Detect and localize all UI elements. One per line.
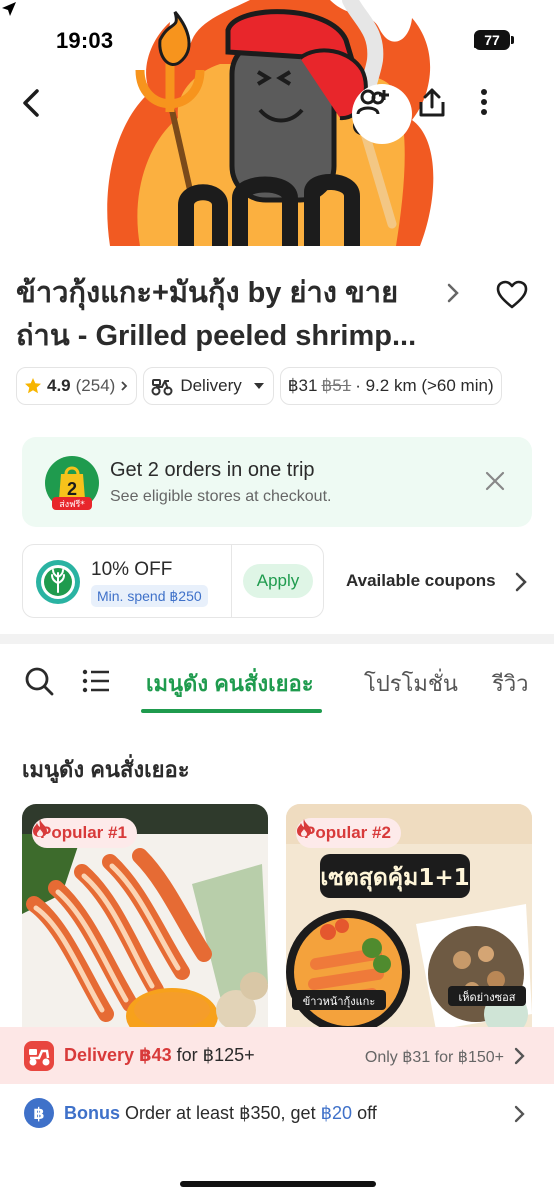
chevron-right-icon bbox=[514, 1105, 525, 1123]
bonus-condition: Order at least ฿350, get bbox=[125, 1103, 316, 1123]
fire-icon bbox=[297, 819, 311, 837]
chevron-right-icon bbox=[514, 1047, 525, 1065]
back-arrow-icon bbox=[23, 89, 39, 117]
coupon-divider bbox=[231, 545, 232, 617]
active-tab-indicator bbox=[141, 709, 322, 713]
scooter-icon bbox=[151, 379, 173, 396]
star-icon bbox=[25, 378, 41, 394]
back-button[interactable] bbox=[20, 88, 72, 140]
coupon-card[interactable]: 10% OFF Min. spend ฿250 Apply bbox=[22, 544, 324, 618]
store-name-line2: ถ่าน - Grilled peeled shrimp... bbox=[16, 320, 417, 352]
bonus-amount: ฿20 bbox=[320, 1103, 353, 1123]
delivery-offer-text: Only ฿31 for ฿150+ bbox=[364, 1049, 504, 1066]
promo-badge-text: ส่งฟรี* bbox=[59, 499, 85, 510]
promo-subtitle: See eligible stores at checkout. bbox=[110, 488, 332, 505]
delivery-fee-chip: ฿31 ฿51 · 9.2 km (>60 min) bbox=[279, 367, 502, 405]
combo-item1-text: ข้าวหน้ากุ้งแกะ bbox=[303, 995, 376, 1008]
chevron-right-icon bbox=[121, 381, 128, 391]
popular-badge: Popular #2 bbox=[296, 818, 401, 848]
two-orders-promo-banner[interactable]: 2 ส่งฟรี* Get 2 orders in one trip See e… bbox=[22, 437, 532, 527]
popular-badge-label: Popular #2 bbox=[304, 823, 391, 842]
svg-text:฿: ฿ bbox=[33, 1104, 44, 1123]
wheat-coupon-icon bbox=[36, 560, 80, 604]
coupon-discount: 10% OFF bbox=[91, 559, 173, 580]
battery-indicator: 77 bbox=[474, 30, 514, 50]
heart-icon[interactable] bbox=[496, 280, 528, 310]
store-info-chevron-icon[interactable] bbox=[446, 282, 460, 304]
delivery-fee-bar[interactable]: Delivery ฿43 for ฿125+ Only ฿31 for ฿150… bbox=[0, 1027, 554, 1084]
status-time: 19:03 bbox=[56, 28, 114, 53]
promo-title: Get 2 orders in one trip bbox=[110, 459, 315, 481]
location-arrow-icon bbox=[2, 2, 16, 16]
tab-promotion[interactable]: โปรโมชั่น bbox=[364, 666, 458, 701]
tab-popular-menu[interactable]: เมนูดัง คนสั่งเยอะ bbox=[146, 666, 314, 701]
bonus-suffix: off bbox=[357, 1103, 377, 1123]
store-name-line1: ข้าวกุ้งแกะ+มันกุ้ง by ย่าง ขาย bbox=[16, 277, 399, 309]
popular-badge-label: Popular #1 bbox=[40, 823, 127, 842]
free-delivery-bag-icon: 2 ส่งฟรี* bbox=[45, 456, 99, 510]
store-hero-image: 19:03 77 bbox=[0, 0, 554, 246]
caret-down-icon bbox=[253, 383, 264, 389]
menu-tab-bar: เมนูดัง คนสั่งเยอะ โปรโมชั่น รีวิว bbox=[0, 644, 554, 714]
bonus-offer-bar[interactable]: ฿ Bonus Order at least ฿350, get ฿20 off bbox=[0, 1084, 554, 1142]
delivery-price: ฿43 bbox=[139, 1045, 172, 1065]
store-info-chips: 4.9 (254) Delivery ฿31 ฿51 · 9.2 km (>60… bbox=[16, 367, 502, 405]
chevron-right-icon[interactable] bbox=[514, 571, 528, 593]
share-button[interactable] bbox=[418, 88, 470, 140]
home-indicator bbox=[180, 1181, 376, 1187]
delivery-label: Delivery bbox=[64, 1045, 135, 1065]
distance-time: · 9.2 km (>60 min) bbox=[355, 376, 494, 395]
tab-review[interactable]: รีวิว bbox=[492, 666, 529, 701]
popular-badge: Popular #1 bbox=[32, 818, 137, 848]
baht-coin-icon: ฿ bbox=[24, 1098, 54, 1128]
rating-chip[interactable]: 4.9 (254) bbox=[16, 367, 138, 405]
status-icons: 77 bbox=[474, 30, 514, 50]
delivery-mode-label: Delivery bbox=[180, 376, 242, 395]
delivery-scooter-icon bbox=[24, 1041, 54, 1071]
bonus-label: Bonus bbox=[64, 1103, 120, 1123]
share-icon bbox=[419, 88, 445, 117]
delivery-threshold: for ฿125+ bbox=[176, 1045, 255, 1065]
store-name[interactable]: ข้าวกุ้งแกะ+มันกุ้ง by ย่าง ขาย ถ่าน - G… bbox=[16, 272, 446, 358]
close-icon[interactable] bbox=[484, 470, 506, 492]
product-card-1[interactable]: Popular #1 bbox=[22, 804, 268, 1044]
apply-coupon-button[interactable]: Apply bbox=[243, 564, 313, 598]
available-coupons-link[interactable]: Available coupons bbox=[346, 571, 496, 591]
delivery-fee-original: ฿51 bbox=[321, 376, 352, 395]
section-separator bbox=[0, 634, 554, 644]
rating-count: (254) bbox=[75, 376, 116, 395]
add-friend-button[interactable] bbox=[356, 88, 408, 140]
add-person-icon bbox=[356, 89, 389, 115]
combo-title-text: เซตสุดคุ้ม1+1 bbox=[320, 865, 469, 892]
fire-icon bbox=[33, 819, 47, 837]
list-icon[interactable] bbox=[82, 668, 110, 694]
coupon-min-spend: Min. spend ฿250 bbox=[91, 585, 208, 607]
more-vertical-icon bbox=[481, 89, 487, 115]
combo-item2-text: เห็ดย่างซอส bbox=[459, 990, 516, 1004]
more-options-button[interactable] bbox=[480, 88, 532, 140]
bonus-text: Bonus Order at least ฿350, get ฿20 off bbox=[64, 1103, 377, 1124]
status-bar: 19:03 77 bbox=[0, 0, 554, 80]
promo-badge-number: 2 bbox=[67, 479, 77, 499]
delivery-fee-text: Delivery ฿43 for ฿125+ bbox=[64, 1045, 255, 1066]
section-title: เมนูดัง คนสั่งเยอะ bbox=[22, 757, 190, 782]
delivery-fee: ฿31 bbox=[287, 376, 318, 395]
product-card-2[interactable]: เซตสุดคุ้ม1+1 ข้าวหน้ากุ้งแกะ เห็ดย่างซอ… bbox=[286, 804, 532, 1044]
rating-value: 4.9 bbox=[47, 376, 71, 395]
delivery-mode-dropdown[interactable]: Delivery bbox=[143, 367, 274, 405]
search-icon[interactable] bbox=[24, 666, 54, 696]
